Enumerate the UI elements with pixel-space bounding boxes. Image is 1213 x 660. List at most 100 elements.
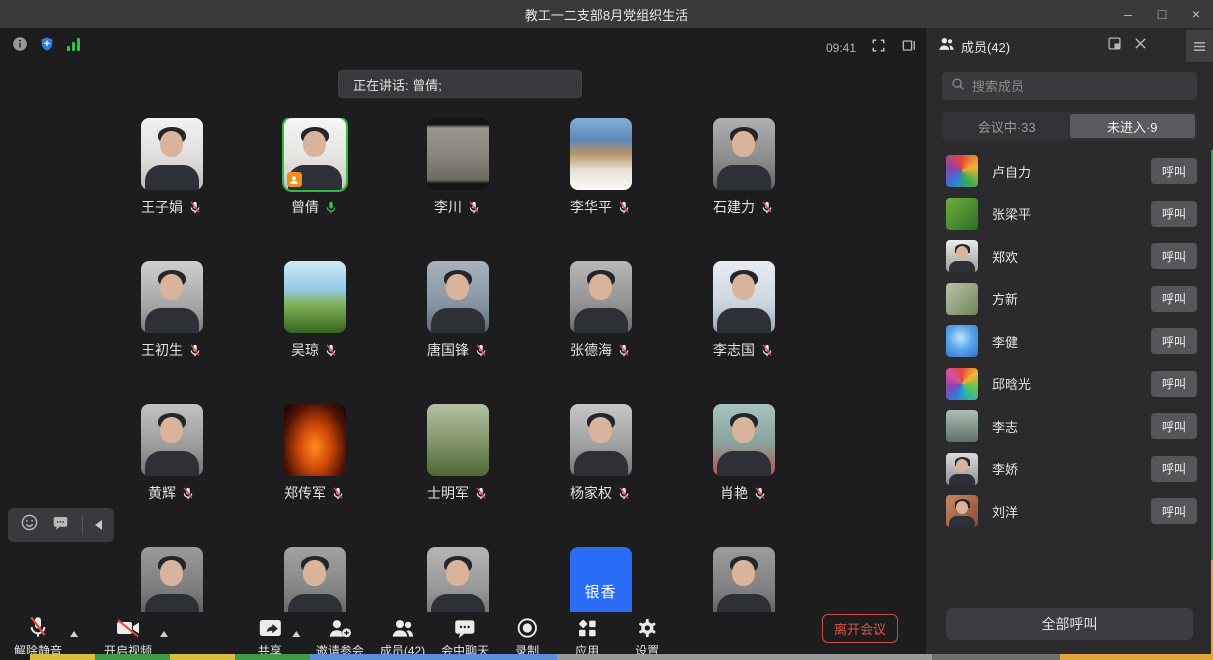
tab-not-joined[interactable]: 未进入·9 — [1070, 114, 1196, 138]
meeting-window: 教工一二支部8月党组织生活 – □ × 09:41 — [0, 0, 1213, 660]
mic-options-caret[interactable] — [70, 631, 78, 637]
participant-cell[interactable]: 张德海 — [529, 261, 672, 404]
mic-status-icon — [760, 200, 774, 215]
maximize-button[interactable]: □ — [1145, 0, 1179, 28]
video-tile[interactable] — [284, 118, 346, 190]
video-tile[interactable] — [570, 404, 632, 476]
member-row: 邱晗光 呼叫 — [926, 363, 1213, 406]
video-tile[interactable] — [427, 118, 489, 190]
call-all-button[interactable]: 全部呼叫 — [946, 608, 1193, 640]
participant-cell[interactable]: 李川 — [386, 118, 529, 261]
network-signal-icon[interactable] — [66, 37, 82, 56]
sidebar-menu-button[interactable] — [1186, 30, 1213, 62]
video-tile[interactable] — [141, 118, 203, 190]
emoji-icon[interactable] — [20, 513, 39, 537]
toolbar-share-button[interactable]: 共享 — [256, 615, 300, 659]
meeting-title: 教工一二支部8月党组织生活 — [525, 5, 688, 24]
video-tile[interactable] — [427, 547, 489, 612]
mic-status-icon — [617, 486, 631, 501]
toolbar-settings-button[interactable]: 设置 — [625, 615, 669, 659]
security-shield-icon[interactable] — [39, 36, 55, 57]
video-tile[interactable] — [141, 404, 203, 476]
share-icon — [258, 615, 282, 639]
participant-cell[interactable]: 吴琼 — [243, 261, 386, 404]
video-tile[interactable] — [427, 404, 489, 476]
video-tile[interactable] — [570, 118, 632, 190]
participant-name: 李华平 — [570, 197, 612, 217]
camera-options-caret[interactable] — [160, 631, 168, 637]
toolbar-record-button[interactable]: 录制 — [505, 615, 549, 659]
toolbar-invite-button[interactable]: 邀请参会 — [316, 615, 364, 659]
participant-name-row: 李华平 — [570, 198, 631, 216]
quick-chat-icon[interactable] — [51, 514, 70, 537]
search-input[interactable] — [972, 79, 1197, 94]
participant-cell[interactable]: 士明军 — [386, 404, 529, 547]
popout-panel-icon[interactable] — [1107, 36, 1122, 56]
video-tile[interactable]: 银香 — [570, 547, 632, 612]
unmute-button[interactable]: 解除静音 — [14, 615, 78, 659]
call-button[interactable]: 呼叫 — [1151, 413, 1197, 439]
participant-cell[interactable] — [386, 547, 529, 612]
video-tile[interactable] — [141, 261, 203, 333]
video-tile[interactable] — [713, 261, 775, 333]
toolbar-chat-button[interactable]: 会中聊天 — [441, 615, 489, 659]
member-avatar — [946, 368, 978, 400]
video-tile[interactable] — [284, 547, 346, 612]
participant-cell[interactable] — [100, 547, 243, 612]
participant-cell[interactable]: 石建力 — [672, 118, 815, 261]
member-avatar — [946, 325, 978, 357]
participant-cell[interactable]: 唐国锋 — [386, 261, 529, 404]
call-button[interactable]: 呼叫 — [1151, 158, 1197, 184]
chat-icon — [454, 615, 477, 639]
participant-cell[interactable] — [672, 547, 815, 612]
collapse-panel-icon[interactable] — [95, 520, 102, 530]
video-tile[interactable] — [284, 404, 346, 476]
participant-name-row: 士明军 — [427, 484, 488, 502]
participant-cell[interactable]: 王子娟 — [100, 118, 243, 261]
mic-muted-icon — [26, 615, 50, 639]
start-video-button[interactable]: 开启视频 — [104, 615, 168, 659]
video-tile[interactable] — [284, 261, 346, 333]
participant-name: 郑传军 — [284, 483, 326, 503]
participant-cell[interactable]: 李志国 — [672, 261, 815, 404]
video-tile[interactable] — [713, 118, 775, 190]
participant-name-row: 王初生 — [141, 341, 202, 359]
call-button[interactable]: 呼叫 — [1151, 371, 1197, 397]
call-button[interactable]: 呼叫 — [1151, 243, 1197, 269]
member-row: 李健 呼叫 — [926, 320, 1213, 363]
toolbar-apps-button[interactable]: 应用 — [565, 615, 609, 659]
close-button[interactable]: × — [1179, 0, 1213, 28]
apps-icon — [576, 615, 598, 639]
participant-cell[interactable]: 杨家权 — [529, 404, 672, 547]
call-button[interactable]: 呼叫 — [1151, 456, 1197, 482]
minimize-button[interactable]: – — [1111, 0, 1145, 28]
video-tile[interactable] — [141, 547, 203, 612]
tab-in-meeting[interactable]: 会议中·33 — [944, 114, 1070, 138]
call-button[interactable]: 呼叫 — [1151, 498, 1197, 524]
share-options-caret[interactable] — [292, 631, 300, 637]
participant-cell[interactable] — [243, 547, 386, 612]
participant-cell[interactable]: 银香 — [529, 547, 672, 612]
toolbar-members-button[interactable]: 成员(42) — [380, 615, 425, 659]
participant-cell[interactable]: 李华平 — [529, 118, 672, 261]
leave-meeting-button[interactable]: 离开会议 — [822, 614, 898, 643]
layout-toggle-icon[interactable] — [901, 38, 917, 58]
participant-cell[interactable]: 黄辉 — [100, 404, 243, 547]
info-icon[interactable] — [12, 36, 28, 57]
participant-cell[interactable]: 郑传军 — [243, 404, 386, 547]
member-row: 李娇 呼叫 — [926, 448, 1213, 491]
mic-status-icon — [324, 343, 338, 358]
video-tile[interactable] — [713, 547, 775, 612]
video-tile[interactable] — [713, 404, 775, 476]
call-button[interactable]: 呼叫 — [1151, 201, 1197, 227]
video-tile[interactable] — [427, 261, 489, 333]
close-panel-icon[interactable] — [1134, 37, 1147, 55]
participant-cell[interactable]: 肖艳 — [672, 404, 815, 547]
participant-name-row: 石建力 — [713, 198, 774, 216]
participant-cell[interactable]: 曾倩 — [243, 118, 386, 261]
call-button[interactable]: 呼叫 — [1151, 286, 1197, 312]
call-button[interactable]: 呼叫 — [1151, 328, 1197, 354]
video-tile[interactable] — [570, 261, 632, 333]
fullscreen-icon[interactable] — [871, 38, 886, 58]
participant-cell[interactable]: 王初生 — [100, 261, 243, 404]
